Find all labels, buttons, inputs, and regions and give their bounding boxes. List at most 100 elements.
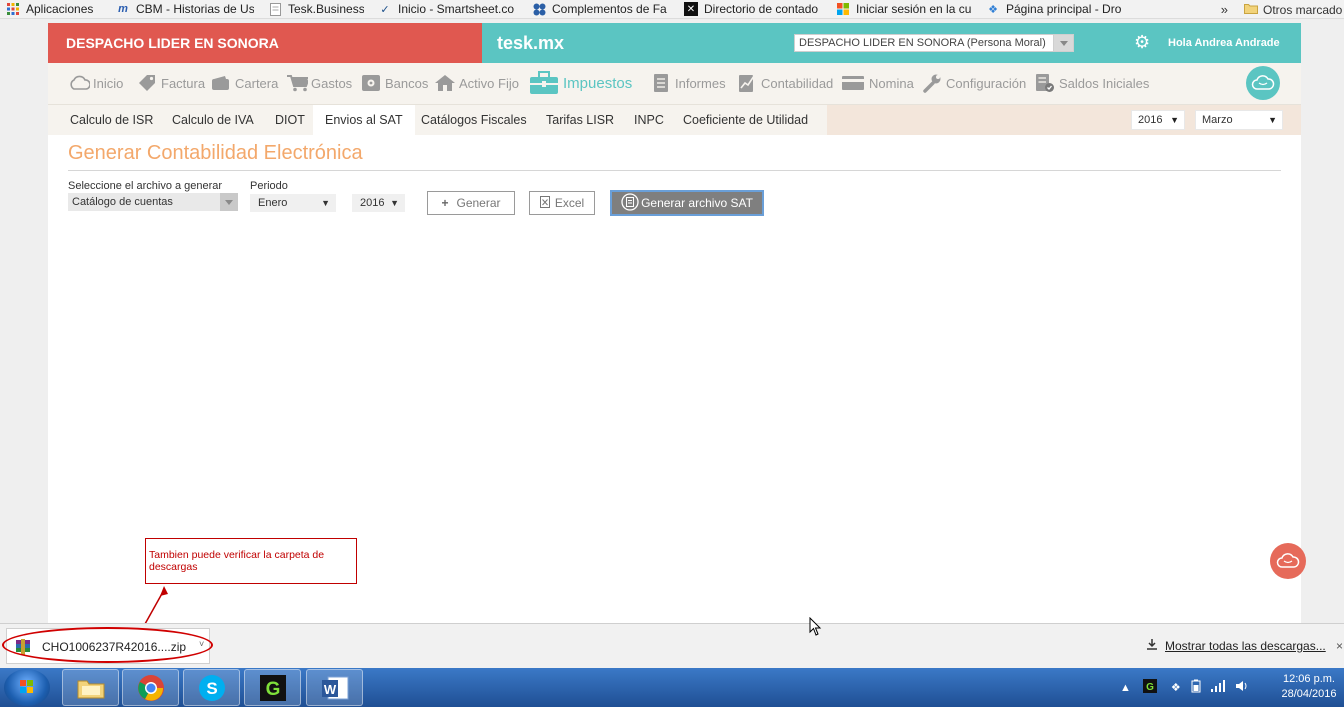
excel-button[interactable]: Excel xyxy=(529,191,595,215)
show-hidden-icons-button[interactable]: ▲ xyxy=(1120,682,1131,694)
brand-logo[interactable]: tesk.mx xyxy=(497,23,564,63)
bookmark-apps[interactable]: Aplicaciones xyxy=(6,0,102,19)
bookmark-iniciar-sesion[interactable]: Iniciar sesión en la cu xyxy=(836,0,972,19)
generate-button-label: Generar xyxy=(456,196,501,210)
bookmark-label: Aplicaciones xyxy=(26,2,94,16)
speaker-icon[interactable] xyxy=(1235,680,1249,695)
battery-icon[interactable] xyxy=(1191,679,1201,696)
cloud-sync-button[interactable] xyxy=(1246,66,1280,100)
user-greeting[interactable]: Hola Andrea Andrade xyxy=(1168,23,1280,63)
bookmark-label: Tesk.Business xyxy=(288,2,364,16)
start-button[interactable] xyxy=(4,669,50,706)
nav-item-contabilidad[interactable]: Contabilidad xyxy=(736,63,833,103)
taskbar-greenshot[interactable]: G xyxy=(244,669,301,706)
taskbar-explorer[interactable] xyxy=(62,669,119,706)
nav-item-informes[interactable]: Informes xyxy=(650,63,726,103)
nav-item-factura[interactable]: Factura xyxy=(136,63,205,103)
generate-button[interactable]: + Generar xyxy=(427,191,515,215)
signal-icon[interactable] xyxy=(1210,680,1225,695)
tab-envios-sat[interactable]: Envios al SAT xyxy=(313,105,415,135)
taskbar-skype[interactable]: S xyxy=(183,669,240,706)
bookmarks-overflow-button[interactable]: » xyxy=(1221,2,1228,17)
bookmark-complementos[interactable]: Complementos de Fa xyxy=(532,0,670,19)
show-all-downloads-link[interactable]: Mostrar todas las descargas... xyxy=(1146,624,1326,669)
other-bookmarks[interactable]: Otros marcado xyxy=(1263,3,1344,17)
dropbox-tray-icon[interactable]: ❖ xyxy=(1171,681,1181,694)
tab-catalogos-fiscales[interactable]: Catálogos Fiscales xyxy=(421,105,527,135)
cart-icon xyxy=(286,74,308,92)
taskbar-chrome[interactable] xyxy=(122,669,179,706)
check-icon: ✓ xyxy=(380,3,390,16)
tab-calculo-isr[interactable]: Calculo de ISR xyxy=(70,105,153,135)
cloud-chat-icon xyxy=(1276,553,1300,568)
nav-item-nomina[interactable]: Nomina xyxy=(840,63,914,103)
bookmark-directorio[interactable]: ✕ Directorio de contado xyxy=(684,0,822,19)
tab-tarifas-lisr[interactable]: Tarifas LISR xyxy=(546,105,614,135)
nav-label: Nomina xyxy=(869,75,914,91)
bookmark-dropbox[interactable]: ❖ Página principal - Dro xyxy=(986,0,1122,19)
sat-file-icon xyxy=(621,192,639,214)
apps-grid-icon xyxy=(6,2,20,16)
period-year-select[interactable]: 2016 ▼ xyxy=(352,194,405,212)
file-type-select[interactable]: Catálogo de cuentas xyxy=(68,193,238,211)
nav-item-activo-fijo[interactable]: Activo Fijo xyxy=(434,63,519,103)
card-icon xyxy=(840,74,866,92)
file-type-label: Seleccione el archivo a generar xyxy=(68,180,223,192)
nav-item-inicio[interactable]: Inicio xyxy=(68,63,123,103)
nav-label: Impuestos xyxy=(563,74,633,92)
period-month-select[interactable]: Enero ▼ xyxy=(250,194,336,212)
tab-coeficiente-utilidad[interactable]: Coeficiente de Utilidad xyxy=(683,105,808,135)
cloud-chat-float-button[interactable] xyxy=(1270,543,1306,579)
tab-calculo-iva[interactable]: Calculo de IVA xyxy=(172,105,254,135)
file-type-value: Catálogo de cuentas xyxy=(72,196,173,208)
nav-label: Cartera xyxy=(235,75,279,91)
generate-sat-file-button[interactable]: Generar archivo SAT xyxy=(610,190,764,216)
bookmark-cbm[interactable]: m CBM - Historias de Us xyxy=(116,0,254,19)
chevron-down-icon xyxy=(220,193,238,211)
company-select[interactable]: DESPACHO LIDER EN SONORA (Persona Moral) xyxy=(794,34,1074,52)
gear-icon[interactable]: ⚙ xyxy=(1134,32,1150,52)
tab-inpc[interactable]: INPC xyxy=(634,105,664,135)
nav-label: Configuración xyxy=(946,75,1027,91)
bookmark-label: Página principal - Dro xyxy=(1006,2,1122,16)
cloud-icon xyxy=(68,74,90,92)
nav-item-configuracion[interactable]: Configuración xyxy=(921,63,1026,103)
year-select[interactable]: 2016 ▼ xyxy=(1131,110,1185,130)
svg-text:W: W xyxy=(323,682,336,697)
taskbar-word[interactable]: W xyxy=(306,669,363,706)
dropbox-icon: ❖ xyxy=(988,3,998,16)
greenshot-tray-icon[interactable]: G xyxy=(1142,679,1157,696)
bookmarks-right: » Otros marcado xyxy=(1221,0,1344,19)
wrench-icon xyxy=(921,74,943,93)
briefcase-icon xyxy=(528,70,560,96)
skype-icon: S xyxy=(198,674,225,701)
x-logo-icon: ✕ xyxy=(684,2,698,16)
bookmark-label: Iniciar sesión en la cu xyxy=(856,2,972,16)
nav-item-impuestos[interactable]: Impuestos xyxy=(528,63,632,103)
page-icon xyxy=(268,2,282,16)
bookmark-label: Directorio de contado xyxy=(704,2,819,16)
nav-item-cartera[interactable]: Cartera xyxy=(210,63,278,103)
clock-date: 28/04/2016 xyxy=(1281,688,1337,700)
svg-text:G: G xyxy=(1146,682,1154,693)
excel-file-icon xyxy=(539,195,550,211)
clock-time: 12:06 p.m. xyxy=(1283,673,1335,685)
tag-icon xyxy=(136,74,158,92)
month-select[interactable]: Marzo ▼ xyxy=(1195,110,1283,130)
clover-icon xyxy=(532,2,546,16)
nav-item-saldos-iniciales[interactable]: Saldos Iniciales xyxy=(1034,63,1149,103)
greenshot-icon: G xyxy=(259,674,286,701)
taskbar-clock[interactable]: 12:06 p.m. 28/04/2016 xyxy=(1276,672,1342,702)
windows-logo-icon xyxy=(836,2,850,16)
bookmark-tesk-business[interactable]: Tesk.Business xyxy=(268,0,364,19)
brand-header: tesk.mx DESPACHO LIDER EN SONORA (Person… xyxy=(482,23,1301,63)
chevron-down-icon: ▼ xyxy=(321,198,330,208)
sub-nav: Calculo de ISR Calculo de IVA DIOT Envio… xyxy=(48,105,1301,135)
tab-diot[interactable]: DIOT xyxy=(275,105,305,135)
nav-label: Informes xyxy=(675,75,726,91)
mouse-cursor-icon xyxy=(809,617,822,636)
bookmark-smartsheet[interactable]: ✓ Inicio - Smartsheet.co xyxy=(378,0,518,19)
nav-item-bancos[interactable]: Bancos xyxy=(360,63,428,103)
close-icon[interactable]: × xyxy=(1336,639,1343,653)
nav-item-gastos[interactable]: Gastos xyxy=(286,63,352,103)
